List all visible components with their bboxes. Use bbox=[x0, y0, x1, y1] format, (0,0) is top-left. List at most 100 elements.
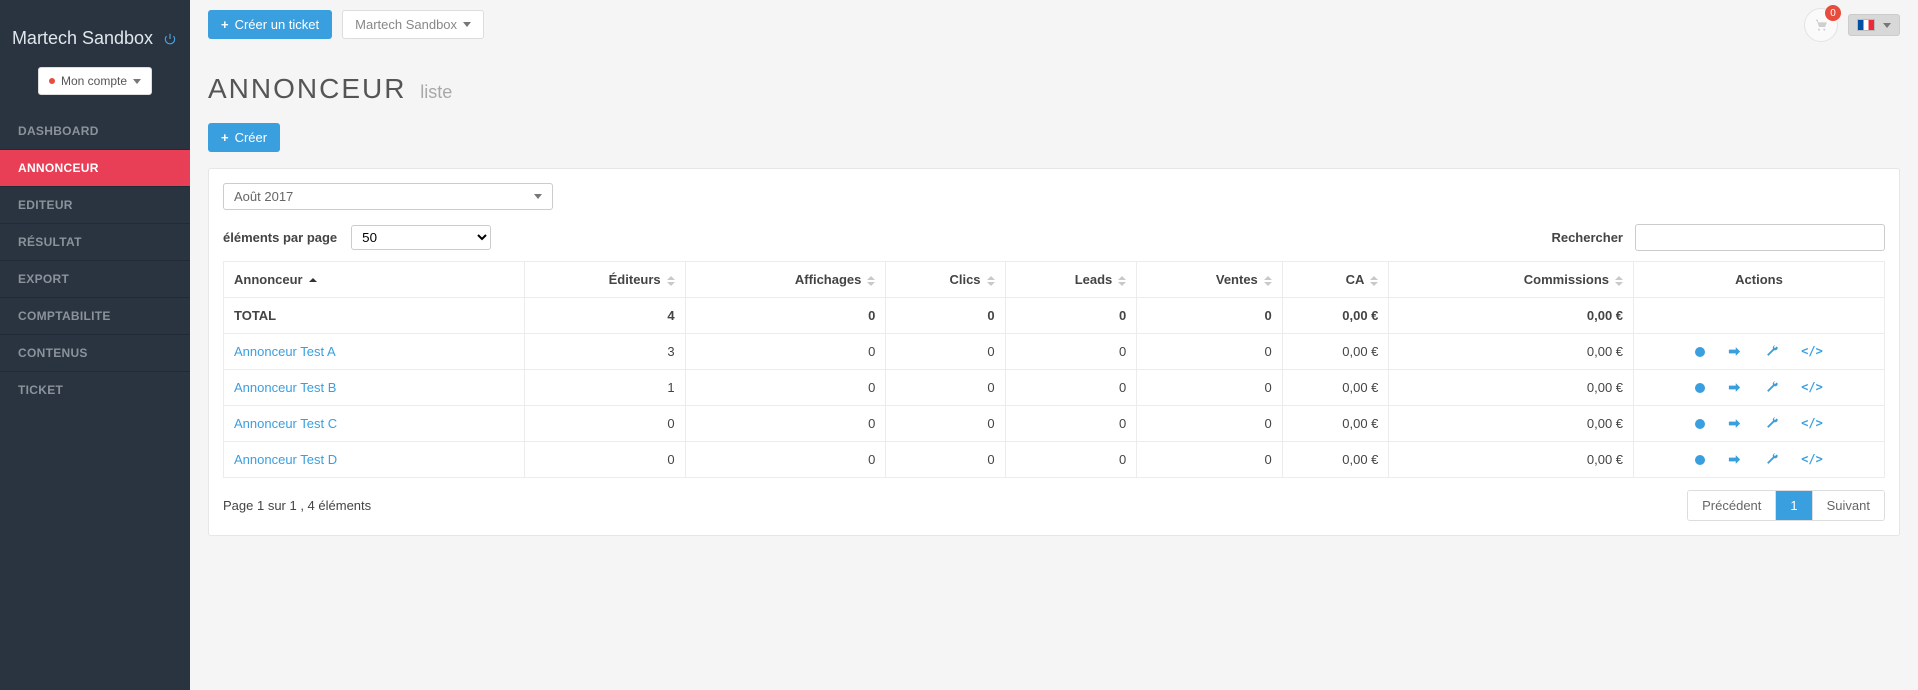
sidebar: Martech Sandbox Mon compte DASHBOARD ANN… bbox=[0, 0, 190, 690]
search-input[interactable] bbox=[1635, 224, 1885, 251]
th-leads[interactable]: Leads bbox=[1005, 262, 1137, 298]
code-action-icon[interactable]: </> bbox=[1801, 452, 1823, 467]
language-dropdown[interactable] bbox=[1848, 14, 1900, 36]
annonceur-link[interactable]: Annonceur Test D bbox=[234, 452, 337, 467]
cell-leads: 0 bbox=[1005, 370, 1137, 406]
page-title-sub: liste bbox=[420, 82, 452, 102]
status-action-icon[interactable] bbox=[1695, 380, 1705, 395]
table-row: Annonceur Test B 1 0 0 0 0 0,00 € 0,00 €… bbox=[224, 370, 1885, 406]
per-page-select[interactable]: 50 bbox=[351, 225, 491, 250]
status-dot-icon bbox=[49, 78, 55, 84]
nav-ticket[interactable]: TICKET bbox=[0, 371, 190, 408]
wrench-action-icon[interactable] bbox=[1764, 416, 1779, 431]
chevron-down-icon bbox=[463, 22, 471, 27]
nav-editeur[interactable]: EDITEUR bbox=[0, 186, 190, 223]
annonceur-link[interactable]: Annonceur Test C bbox=[234, 416, 337, 431]
th-ca[interactable]: CA bbox=[1282, 262, 1389, 298]
sort-icon bbox=[1118, 276, 1126, 286]
power-icon[interactable] bbox=[162, 31, 178, 47]
cell-commissions: 0,00 € bbox=[1389, 334, 1634, 370]
total-affichages: 0 bbox=[685, 298, 886, 334]
cart-icon bbox=[1813, 17, 1829, 33]
annonceur-link[interactable]: Annonceur Test A bbox=[234, 344, 336, 359]
cell-ventes: 0 bbox=[1137, 370, 1283, 406]
account-label: Mon compte bbox=[61, 74, 127, 88]
prev-button[interactable]: Précédent bbox=[1688, 491, 1775, 520]
sort-icon bbox=[867, 276, 875, 286]
account-button[interactable]: Mon compte bbox=[38, 67, 152, 95]
nav-export[interactable]: EXPORT bbox=[0, 260, 190, 297]
brand-name: Martech Sandbox bbox=[12, 28, 153, 48]
notification-button[interactable]: 0 bbox=[1804, 8, 1838, 42]
cell-clics: 0 bbox=[886, 334, 1005, 370]
nav-resultat[interactable]: RÉSULTAT bbox=[0, 223, 190, 260]
topbar: + Créer un ticket Martech Sandbox bbox=[208, 10, 1900, 39]
plus-icon: + bbox=[221, 130, 229, 145]
code-action-icon[interactable]: </> bbox=[1801, 344, 1823, 359]
cell-editeurs: 0 bbox=[525, 406, 686, 442]
per-page-label: éléments par page bbox=[223, 230, 337, 245]
next-button[interactable]: Suivant bbox=[1812, 491, 1884, 520]
cell-commissions: 0,00 € bbox=[1389, 370, 1634, 406]
wrench-action-icon[interactable] bbox=[1764, 452, 1779, 467]
cell-ventes: 0 bbox=[1137, 442, 1283, 478]
cell-ca: 0,00 € bbox=[1282, 442, 1389, 478]
pagination-info: Page 1 sur 1 , 4 éléments bbox=[223, 498, 371, 513]
plus-icon: + bbox=[221, 17, 229, 32]
th-commissions[interactable]: Commissions bbox=[1389, 262, 1634, 298]
nav-contenus[interactable]: CONTENUS bbox=[0, 334, 190, 371]
total-ventes: 0 bbox=[1137, 298, 1283, 334]
share-action-icon[interactable] bbox=[1727, 344, 1742, 359]
nav-comptabilite[interactable]: COMPTABILITE bbox=[0, 297, 190, 334]
cell-ca: 0,00 € bbox=[1282, 334, 1389, 370]
cell-commissions: 0,00 € bbox=[1389, 442, 1634, 478]
th-clics[interactable]: Clics bbox=[886, 262, 1005, 298]
page-title: ANNONCEUR liste bbox=[208, 73, 1900, 105]
annonceur-link[interactable]: Annonceur Test B bbox=[234, 380, 336, 395]
date-filter-value: Août 2017 bbox=[234, 189, 293, 204]
date-filter[interactable]: Août 2017 bbox=[223, 183, 553, 210]
create-button[interactable]: + Créer bbox=[208, 123, 280, 152]
cell-leads: 0 bbox=[1005, 442, 1137, 478]
flag-fr-icon bbox=[1857, 19, 1875, 31]
status-action-icon[interactable] bbox=[1695, 344, 1705, 359]
code-action-icon[interactable]: </> bbox=[1801, 380, 1823, 395]
cell-clics: 0 bbox=[886, 442, 1005, 478]
table-row: Annonceur Test A 3 0 0 0 0 0,00 € 0,00 €… bbox=[224, 334, 1885, 370]
cell-ventes: 0 bbox=[1137, 406, 1283, 442]
main: + Créer un ticket Martech Sandbox 0 ANNO… bbox=[190, 0, 1918, 690]
code-action-icon[interactable]: </> bbox=[1801, 416, 1823, 431]
th-ventes[interactable]: Ventes bbox=[1137, 262, 1283, 298]
nav-dashboard[interactable]: DASHBOARD bbox=[0, 113, 190, 149]
nav: DASHBOARD ANNONCEUR EDITEUR RÉSULTAT EXP… bbox=[0, 113, 190, 408]
notification-badge: 0 bbox=[1825, 5, 1841, 21]
table-row: Annonceur Test D 0 0 0 0 0 0,00 € 0,00 €… bbox=[224, 442, 1885, 478]
cell-ca: 0,00 € bbox=[1282, 406, 1389, 442]
total-commissions: 0,00 € bbox=[1389, 298, 1634, 334]
create-ticket-button[interactable]: + Créer un ticket bbox=[208, 10, 332, 39]
share-action-icon[interactable] bbox=[1727, 380, 1742, 395]
cell-editeurs: 0 bbox=[525, 442, 686, 478]
th-editeurs[interactable]: Éditeurs bbox=[525, 262, 686, 298]
page-1-button[interactable]: 1 bbox=[1775, 491, 1811, 520]
cell-leads: 0 bbox=[1005, 334, 1137, 370]
cell-clics: 0 bbox=[886, 406, 1005, 442]
create-label: Créer bbox=[235, 130, 268, 145]
cell-ca: 0,00 € bbox=[1282, 370, 1389, 406]
status-action-icon[interactable] bbox=[1695, 416, 1705, 431]
total-clics: 0 bbox=[886, 298, 1005, 334]
sort-icon bbox=[1370, 276, 1378, 286]
wrench-action-icon[interactable] bbox=[1764, 344, 1779, 359]
nav-annonceur[interactable]: ANNONCEUR bbox=[0, 149, 190, 186]
wrench-action-icon[interactable] bbox=[1764, 380, 1779, 395]
search-label: Rechercher bbox=[1551, 230, 1623, 245]
cell-affichages: 0 bbox=[685, 406, 886, 442]
org-dropdown[interactable]: Martech Sandbox bbox=[342, 10, 484, 39]
create-ticket-label: Créer un ticket bbox=[235, 17, 320, 32]
th-affichages[interactable]: Affichages bbox=[685, 262, 886, 298]
status-action-icon[interactable] bbox=[1695, 452, 1705, 467]
panel: Août 2017 éléments par page 50 Recherche… bbox=[208, 168, 1900, 536]
share-action-icon[interactable] bbox=[1727, 416, 1742, 431]
share-action-icon[interactable] bbox=[1727, 452, 1742, 467]
th-annonceur[interactable]: Annonceur bbox=[224, 262, 525, 298]
